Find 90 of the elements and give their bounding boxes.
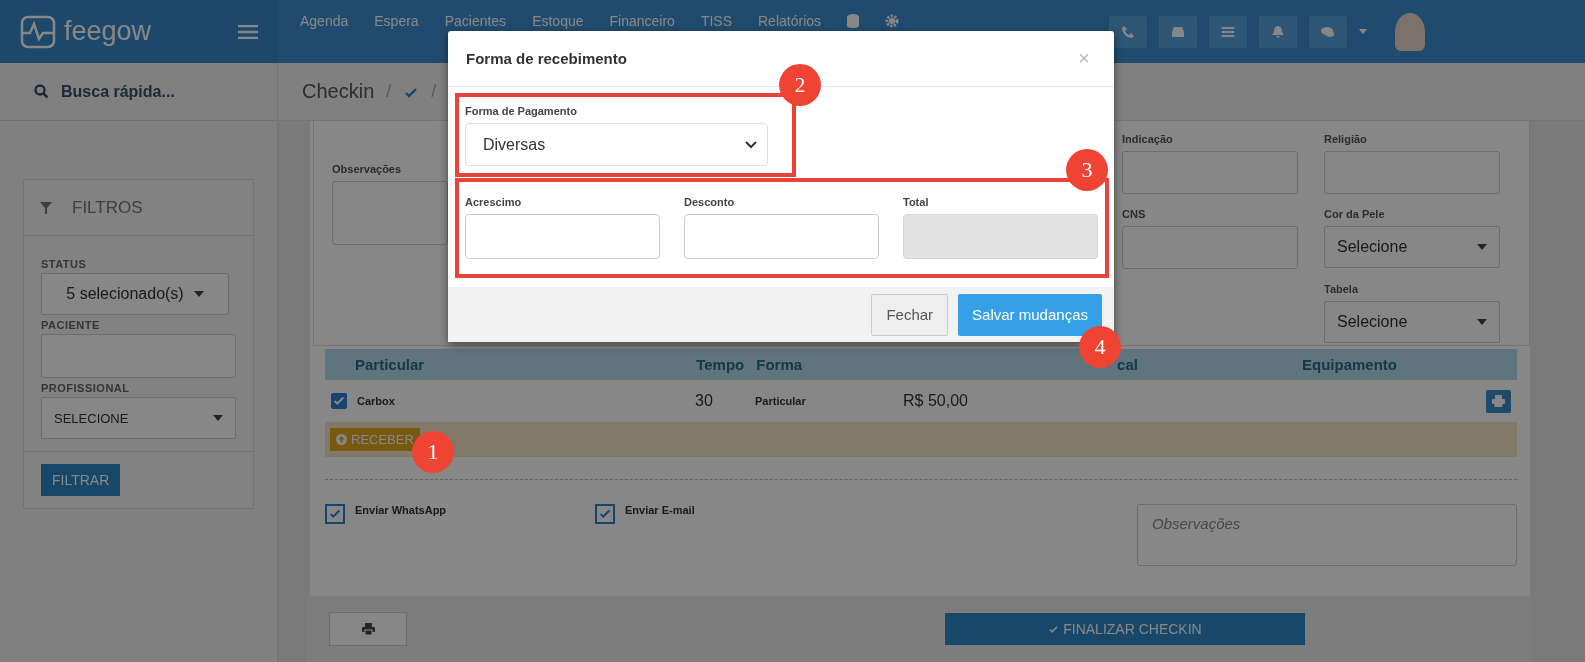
- check-icon: [328, 507, 342, 521]
- input-field[interactable]: [684, 214, 879, 259]
- nav-link[interactable]: Relatórios: [758, 13, 822, 29]
- nav-link[interactable]: Agenda: [300, 13, 349, 29]
- column-header: Forma: [756, 356, 803, 373]
- inbox-button[interactable]: [1159, 15, 1197, 48]
- breadcrumb-separator: /: [386, 81, 392, 102]
- checkbox[interactable]: [325, 504, 345, 524]
- column-header: Particular: [355, 356, 425, 373]
- table-cell: R$ 50,00: [903, 392, 968, 410]
- close-dialog-button[interactable]: Fechar: [871, 293, 949, 336]
- close-button[interactable]: ×: [1072, 46, 1096, 71]
- arrow-up-circle-icon: [336, 434, 347, 445]
- logo-text: feegow: [64, 16, 152, 47]
- nav-link[interactable]: Financeiro: [609, 13, 675, 29]
- check-icon: [332, 394, 346, 408]
- finish-checkin-button[interactable]: FINALIZAR CHECKIN: [945, 613, 1305, 645]
- filters-title: FILTROS: [72, 197, 143, 218]
- input-field[interactable]: [41, 334, 236, 378]
- receive-button[interactable]: RECEBER: [330, 428, 420, 451]
- list-button[interactable]: [1209, 15, 1247, 48]
- user-avatar[interactable]: [1395, 12, 1425, 51]
- bell-button[interactable]: [1259, 15, 1297, 48]
- menu-icon[interactable]: [238, 24, 258, 39]
- print-button[interactable]: [329, 612, 407, 646]
- field-label: Forma de Pagamento: [465, 105, 578, 117]
- table-cell-text: Particular: [755, 395, 807, 407]
- chat-icon: [1321, 24, 1335, 39]
- checkbox[interactable]: [595, 504, 615, 524]
- heartbeat-logo-icon: [20, 14, 56, 49]
- caret-icon: [213, 415, 223, 421]
- column-header: Equipamento: [1301, 356, 1397, 373]
- search-icon: [34, 84, 49, 99]
- payment-select[interactable]: Diversas: [465, 123, 768, 166]
- status-dropdown[interactable]: 5 selecionado(s): [41, 273, 229, 315]
- save-button[interactable]: Salvar mudanças: [958, 293, 1102, 336]
- quick-search[interactable]: Busca rápida...: [61, 82, 175, 101]
- phone-icon: [1121, 24, 1135, 39]
- field-label: PROFISSIONAL: [41, 382, 131, 394]
- select-field[interactable]: Selecione: [1324, 226, 1500, 268]
- input-field[interactable]: [1324, 151, 1500, 194]
- input-field[interactable]: [1122, 226, 1298, 269]
- field-label: Desconto: [684, 196, 736, 208]
- table-cell-text: Carbox: [357, 395, 396, 407]
- chat-button[interactable]: [1309, 15, 1347, 48]
- text-area[interactable]: [332, 181, 448, 245]
- checkbox-label: Enviar E-mail: [625, 504, 695, 518]
- database-icon[interactable]: [847, 14, 860, 28]
- nav-link[interactable]: Estoque: [532, 13, 584, 29]
- caret-icon: [1477, 244, 1487, 250]
- filter-button[interactable]: FILTRAR: [41, 464, 121, 496]
- filter-icon: [40, 201, 52, 214]
- caret-icon: [193, 291, 204, 297]
- checkbox-label: Enviar WhatsApp: [355, 504, 447, 518]
- caret-icon[interactable]: [1359, 29, 1367, 34]
- input-field[interactable]: [1122, 151, 1298, 194]
- row-checkbox[interactable]: [331, 393, 347, 409]
- notes-field[interactable]: Observações: [1137, 504, 1517, 566]
- print-button[interactable]: [1486, 389, 1511, 413]
- input-field[interactable]: [903, 214, 1098, 259]
- field-label: Religião: [1324, 133, 1367, 145]
- nav-link[interactable]: TISS: [700, 13, 732, 29]
- nav-link[interactable]: Pacientes: [444, 13, 507, 29]
- phone-button[interactable]: [1109, 15, 1147, 48]
- field-label: CNS: [1122, 208, 1146, 220]
- breadcrumb-separator: /: [431, 81, 437, 102]
- settings-icon[interactable]: [885, 14, 900, 28]
- field-label: Observações: [332, 163, 402, 175]
- caret-icon: [1477, 319, 1487, 325]
- field-label: PACIENTE: [41, 319, 101, 331]
- page-title: Checkin: [302, 80, 375, 103]
- check-icon: [598, 507, 612, 521]
- nav-link[interactable]: Espera: [374, 13, 419, 29]
- dialog-title: Forma de recebimento: [466, 50, 627, 67]
- table-cell-text: 30: [695, 392, 714, 410]
- field-label: Tabela: [1324, 283, 1359, 295]
- field-label: STATUS: [41, 258, 88, 270]
- check-icon: [1048, 624, 1060, 634]
- select-field[interactable]: Selecione: [1324, 301, 1500, 343]
- field-label: Cor da Pele: [1324, 208, 1385, 220]
- chevron-icon: [745, 140, 757, 149]
- field-label: Indicação: [1122, 133, 1173, 145]
- input-field[interactable]: [465, 214, 660, 259]
- column-header: Tempo: [696, 356, 745, 373]
- field-label: Acrescimo: [465, 196, 523, 208]
- list-icon: [1221, 24, 1235, 39]
- select-field[interactable]: SELECIONE: [41, 397, 236, 439]
- field-label: Total: [903, 196, 930, 208]
- inbox-icon: [1171, 24, 1185, 39]
- bell-icon: [1271, 24, 1285, 39]
